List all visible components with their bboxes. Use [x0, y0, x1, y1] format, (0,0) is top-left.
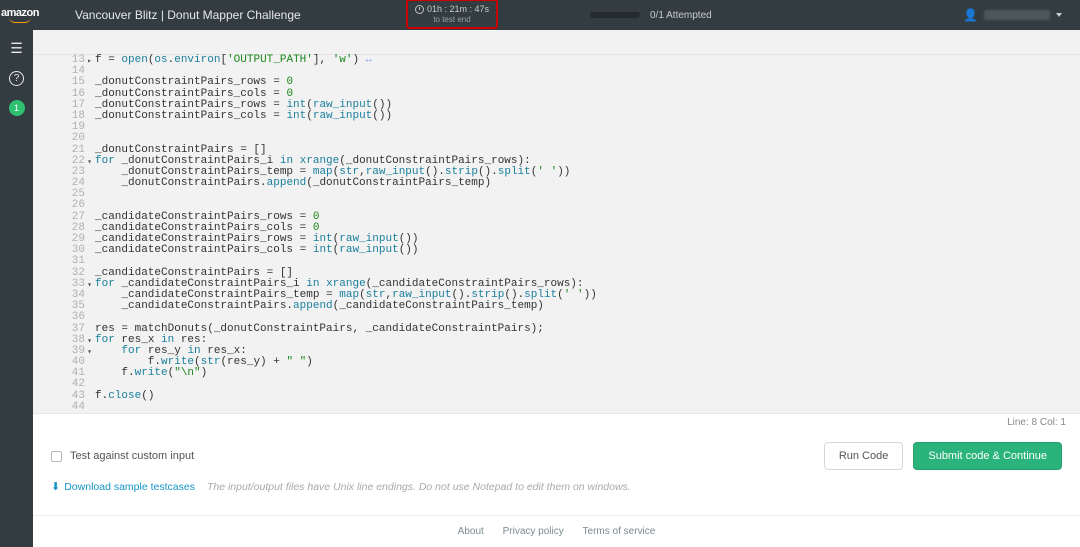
hint-text: The input/output files have Unix line en…: [207, 481, 631, 493]
editor-toolbar: [33, 30, 1080, 55]
code-line[interactable]: 18_donutConstraintPairs_cols = int(raw_i…: [33, 111, 1080, 122]
footer: About Privacy policy Terms of service: [33, 515, 1080, 547]
code-text[interactable]: _donutConstraintPairs_cols = int(raw_inp…: [91, 111, 392, 122]
code-line[interactable]: 25: [33, 189, 1080, 200]
code-text[interactable]: [91, 122, 95, 133]
left-rail: ☰ ? 1: [0, 30, 33, 547]
line-number: 20: [33, 133, 91, 144]
line-number: 31: [33, 256, 91, 267]
footer-terms[interactable]: Terms of service: [583, 526, 656, 537]
submit-button[interactable]: Submit code & Continue: [913, 442, 1062, 470]
timer-box: 01h : 21m : 47s to test end: [406, 0, 498, 29]
custom-input-toggle[interactable]: Test against custom input: [51, 450, 194, 462]
code-text[interactable]: f.write("\n"): [91, 368, 207, 379]
download-label: Download sample testcases: [64, 481, 195, 493]
user-menu[interactable]: 👤: [963, 0, 1062, 30]
controls-row: Test against custom input Run Code Submi…: [33, 428, 1080, 476]
brand-swoosh-icon: [9, 17, 31, 23]
code-line[interactable]: 41 f.write("\n"): [33, 368, 1080, 379]
code-editor[interactable]: 13▸f = open(os.environ['OUTPUT_PATH'], '…: [33, 55, 1080, 413]
code-line[interactable]: 43f.close(): [33, 391, 1080, 402]
code-text[interactable]: [91, 312, 95, 323]
code-line[interactable]: 35 _candidateConstraintPairs.append(_can…: [33, 301, 1080, 312]
code-text[interactable]: _donutConstraintPairs = []: [91, 145, 267, 156]
timer-caption: to test end: [433, 15, 470, 24]
code-line[interactable]: 37res = matchDonuts(_donutConstraintPair…: [33, 324, 1080, 335]
code-line[interactable]: 26: [33, 200, 1080, 211]
line-number: 42: [33, 379, 91, 390]
attempt-label: 0/1 Attempted: [650, 10, 712, 21]
code-line[interactable]: 31: [33, 256, 1080, 267]
code-line[interactable]: 20: [33, 133, 1080, 144]
code-text[interactable]: f = open(os.environ['OUTPUT_PATH'], 'w')…: [91, 55, 372, 66]
help-icon[interactable]: ?: [9, 71, 24, 86]
code-text[interactable]: [91, 133, 95, 144]
footer-privacy[interactable]: Privacy policy: [503, 526, 564, 537]
editor-status-bar: Line: 8 Col: 1: [33, 413, 1080, 428]
download-testcases-link[interactable]: ⬇ Download sample testcases: [51, 480, 195, 493]
code-line[interactable]: 42: [33, 379, 1080, 390]
line-number: 26: [33, 200, 91, 211]
hint-row: ⬇ Download sample testcases The input/ou…: [33, 476, 1080, 515]
footer-about[interactable]: About: [458, 526, 484, 537]
question-badge[interactable]: 1: [9, 100, 25, 116]
brand-logo[interactable]: amazon: [0, 0, 40, 30]
code-text[interactable]: [91, 402, 95, 413]
code-line[interactable]: 24 _donutConstraintPairs.append(_donutCo…: [33, 178, 1080, 189]
timer-remaining: 01h : 21m : 47s: [427, 4, 489, 14]
code-line[interactable]: 44: [33, 402, 1080, 413]
code-line[interactable]: 21_donutConstraintPairs = []: [33, 145, 1080, 156]
line-number: 37: [33, 324, 91, 335]
code-line[interactable]: 15_donutConstraintPairs_rows = 0: [33, 77, 1080, 88]
code-text[interactable]: _candidateConstraintPairs.append(_candid…: [91, 301, 544, 312]
line-number: 36: [33, 312, 91, 323]
username-redacted: [984, 10, 1050, 20]
line-number: 21: [33, 145, 91, 156]
code-line[interactable]: 13▸f = open(os.environ['OUTPUT_PATH'], '…: [33, 55, 1080, 66]
download-icon: ⬇: [51, 480, 60, 493]
code-text[interactable]: [91, 256, 95, 267]
user-icon: 👤: [963, 8, 978, 22]
top-bar: amazon Vancouver Blitz | Donut Mapper Ch…: [0, 0, 1080, 30]
code-text[interactable]: [91, 189, 95, 200]
code-text[interactable]: [91, 379, 95, 390]
checkbox-icon[interactable]: [51, 451, 62, 462]
page-title: Vancouver Blitz | Donut Mapper Challenge: [75, 8, 301, 22]
main-panel: 13▸f = open(os.environ['OUTPUT_PATH'], '…: [33, 30, 1080, 547]
custom-input-label: Test against custom input: [70, 450, 194, 462]
attempt-status: 0/1 Attempted: [590, 0, 712, 30]
progress-bar: [590, 12, 640, 18]
code-line[interactable]: 30_candidateConstraintPairs_cols = int(r…: [33, 245, 1080, 256]
clock-icon: [415, 5, 424, 14]
code-text[interactable]: _donutConstraintPairs_rows = 0: [91, 77, 293, 88]
cursor-position: Line: 8 Col: 1: [1007, 417, 1066, 428]
code-text[interactable]: res = matchDonuts(_donutConstraintPairs,…: [91, 324, 544, 335]
chevron-down-icon: [1056, 13, 1062, 17]
code-text[interactable]: f.close(): [91, 391, 154, 402]
code-line[interactable]: 36: [33, 312, 1080, 323]
code-text[interactable]: [91, 200, 95, 211]
code-text[interactable]: _candidateConstraintPairs_cols = int(raw…: [91, 245, 419, 256]
code-line[interactable]: 19: [33, 122, 1080, 133]
wrap-indicator-icon: ↔: [366, 55, 372, 66]
run-code-button[interactable]: Run Code: [824, 442, 904, 470]
line-number: 44: [33, 402, 91, 413]
line-number: 15: [33, 77, 91, 88]
code-text[interactable]: _donutConstraintPairs.append(_donutConst…: [91, 178, 491, 189]
list-icon[interactable]: ☰: [10, 40, 23, 57]
